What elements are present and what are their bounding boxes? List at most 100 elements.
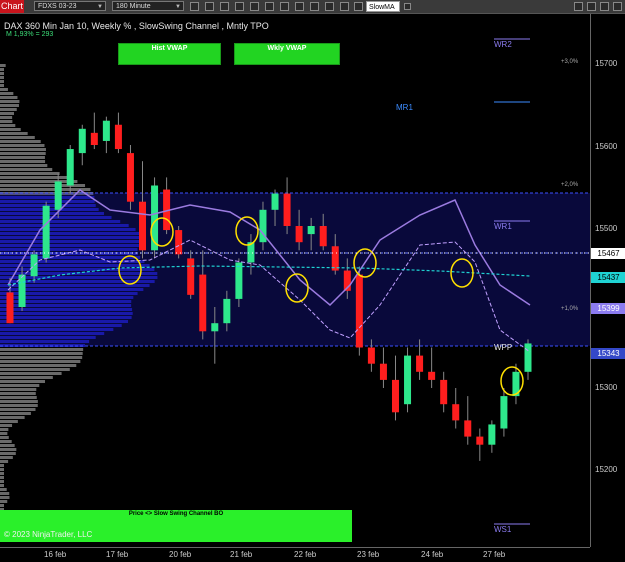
bull-candle xyxy=(102,120,110,141)
volume-profile-bar xyxy=(0,376,53,379)
volume-profile-bar xyxy=(0,432,8,435)
x-tick: 17 feb xyxy=(106,550,129,559)
indicators-icon[interactable] xyxy=(250,2,259,11)
price-panel[interactable] xyxy=(0,14,590,547)
level-wr2: WR2 xyxy=(494,40,512,49)
vwap-price-tag: 15437 xyxy=(591,272,625,283)
minimize-icon[interactable] xyxy=(574,2,583,11)
indicator-dropdown-icon[interactable] xyxy=(404,3,411,10)
snapshot-icon[interactable] xyxy=(310,2,319,11)
volume-profile-bar xyxy=(0,108,17,111)
x-tick: 20 feb xyxy=(169,550,192,559)
zoom-icon[interactable] xyxy=(205,2,214,11)
close-icon[interactable] xyxy=(613,2,622,11)
indicator-input[interactable]: SlowMA xyxy=(366,1,400,12)
restore-icon[interactable] xyxy=(600,2,609,11)
chart-trader-icon[interactable] xyxy=(295,2,304,11)
percent-label-2: +2,0% xyxy=(561,182,579,188)
data-box-icon[interactable] xyxy=(280,2,289,11)
bull-candle xyxy=(151,185,159,251)
last-price-tag: 15467 xyxy=(591,248,625,259)
bear-candle xyxy=(391,379,399,413)
bear-candle xyxy=(440,379,448,405)
interval-selector[interactable]: 180 Minute ▼ xyxy=(112,1,184,11)
volume-profile-bar xyxy=(0,464,4,467)
volume-profile-bar xyxy=(0,484,4,487)
share-icon[interactable] xyxy=(325,2,334,11)
wkly-vwap-button[interactable]: Wkly VWAP xyxy=(234,43,340,65)
volume-profile-bar xyxy=(0,360,81,363)
volume-profile-bar xyxy=(0,116,13,119)
copyright-text: © 2023 NinjaTrader, LLC xyxy=(4,530,93,539)
chevron-down-icon: ▼ xyxy=(97,4,103,10)
volume-profile-bar xyxy=(0,88,8,91)
drawing-tools-icon[interactable] xyxy=(235,2,244,11)
chevron-down-icon: ▼ xyxy=(175,4,181,10)
signal-circle xyxy=(500,366,524,396)
volume-profile-bar xyxy=(0,348,84,351)
volume-profile-bar xyxy=(0,160,46,163)
properties-icon[interactable] xyxy=(220,2,229,11)
value-area-band xyxy=(0,193,590,346)
volume-profile-bar xyxy=(0,164,48,167)
volume-profile-bar xyxy=(0,112,15,115)
bear-candle xyxy=(379,363,387,380)
bull-candle xyxy=(223,298,231,324)
hist-vwap-button[interactable]: Hist VWAP xyxy=(118,43,221,65)
bull-candle xyxy=(54,181,62,210)
time-axis[interactable]: 16 feb 17 feb 20 feb 21 feb 22 feb 23 fe… xyxy=(0,547,590,562)
bull-candle xyxy=(235,262,243,299)
volume-profile-bar xyxy=(0,128,21,131)
volume-profile-bar xyxy=(0,388,37,391)
volume-profile-bar xyxy=(0,436,9,439)
link-icon[interactable] xyxy=(354,2,363,11)
volume-profile-bar xyxy=(0,400,38,403)
volume-profile-bar xyxy=(0,72,4,75)
bear-candle xyxy=(355,274,363,348)
volume-profile-bar xyxy=(0,124,16,127)
volume-profile-bar xyxy=(0,136,35,139)
volume-profile-bar xyxy=(0,144,45,147)
bear-candle xyxy=(139,201,147,251)
volume-profile-bar xyxy=(0,476,4,479)
bear-candle xyxy=(114,124,122,150)
bear-candle xyxy=(90,132,98,145)
strategies-icon[interactable] xyxy=(265,2,274,11)
volume-profile-bar xyxy=(0,172,60,175)
volume-profile-bar xyxy=(0,352,83,355)
chart-subtitle: M 1,93% = 293 xyxy=(6,31,54,38)
bear-candle xyxy=(6,292,14,324)
percent-label-1: +1,0% xyxy=(561,306,579,312)
x-tick: 24 feb xyxy=(421,550,444,559)
volume-profile-bar xyxy=(0,408,36,411)
volume-profile-bar xyxy=(0,120,13,123)
y-tick: 15500 xyxy=(595,224,618,233)
volume-profile-bar xyxy=(0,440,12,443)
bear-candle xyxy=(367,347,375,364)
bear-candle xyxy=(175,230,183,255)
bear-candle xyxy=(126,153,134,202)
crosshair-icon[interactable] xyxy=(190,2,199,11)
bull-candle xyxy=(211,323,219,332)
bull-candle xyxy=(307,226,315,235)
volume-profile-bar xyxy=(0,180,78,183)
level-wr1: WR1 xyxy=(494,222,512,231)
volume-profile-bar xyxy=(0,384,40,387)
bull-candle xyxy=(42,205,50,259)
instrument-label: FDXS 03-23 xyxy=(38,3,77,10)
volume-profile-bar xyxy=(0,92,14,95)
maximize-icon[interactable] xyxy=(587,2,596,11)
volume-profile-bar xyxy=(0,412,31,415)
volume-profile-bar xyxy=(0,480,4,483)
volume-profile-bar xyxy=(0,496,10,499)
template-icon[interactable] xyxy=(340,2,349,11)
instrument-selector[interactable]: FDXS 03-23 ▼ xyxy=(34,1,106,11)
volume-profile-bar xyxy=(0,368,70,371)
bear-candle xyxy=(416,355,424,372)
chart-tab[interactable]: Chart xyxy=(0,0,24,13)
percent-label-3: +3,0% xyxy=(561,59,579,65)
bull-candle xyxy=(404,355,412,405)
price-axis[interactable]: 15700 15600 15500 15400 15300 15200 1546… xyxy=(590,14,625,547)
volume-profile-bar xyxy=(0,444,15,447)
y-tick: 15600 xyxy=(595,142,618,151)
